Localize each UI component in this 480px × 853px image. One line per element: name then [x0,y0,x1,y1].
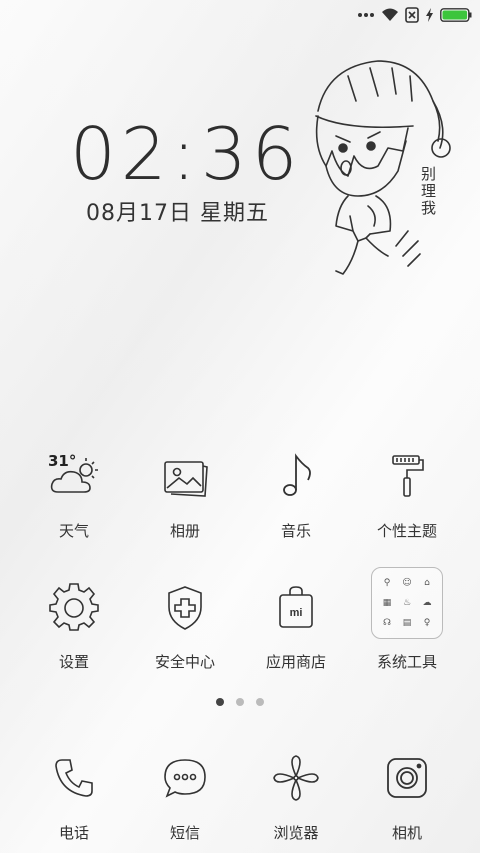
app-gallery[interactable]: 相册 [130,448,240,541]
app-store[interactable]: mi 应用商店 [241,579,351,672]
mini-icon: ☺ [402,578,412,588]
weather-temperature: 31° [48,452,77,470]
mini-icon: ♨ [402,598,412,608]
no-sim-icon [405,7,419,23]
gallery-icon [157,448,213,504]
status-bar [0,0,480,30]
app-music[interactable]: 音乐 [241,448,351,541]
theme-roller-icon [379,448,435,504]
app-label: 短信 [169,824,200,842]
music-icon [268,448,324,504]
app-label: 安全中心 [154,653,215,671]
system-tools-folder-icon: ⚲ ☺ ⌂ ▦ ♨ ☁ ☊ ▤ ♀ [371,567,443,639]
battery-icon [440,8,472,22]
messages-icon [157,750,213,806]
phone-icon [46,750,102,806]
doodle-caption: 别理我 [419,166,437,217]
app-phone[interactable]: 电话 [19,750,129,843]
lockscreen-clock: 02:36 [70,112,303,196]
charging-icon [425,8,434,22]
page-dot[interactable] [256,698,264,706]
page-indicator[interactable] [0,698,480,706]
folder-system-tools[interactable]: ⚲ ☺ ⌂ ▦ ♨ ☁ ☊ ▤ ♀ 系统工具 [352,567,462,672]
app-label: 系统工具 [376,653,437,671]
app-camera[interactable]: 相机 [352,750,462,843]
app-store-bag-icon: mi [268,579,324,635]
app-label: 设置 [58,653,89,671]
lockscreen-date: 08月17日 星期五 [86,201,269,226]
app-browser[interactable]: 浏览器 [241,750,351,843]
app-store-badge: mi [290,607,303,619]
app-messages[interactable]: 短信 [130,750,240,843]
mini-icon: ☊ [383,618,391,628]
security-shield-icon [157,579,213,635]
mini-icon: ⚲ [383,578,391,588]
mini-icon: ▦ [382,598,392,608]
app-label: 浏览器 [273,824,319,842]
mini-icon: ♀ [423,618,431,628]
browser-icon [268,750,324,806]
more-dots-icon [357,12,375,18]
page-dot[interactable] [236,698,244,706]
app-label: 相册 [169,522,200,540]
page-dot-active[interactable] [216,698,224,706]
app-security[interactable]: 安全中心 [130,579,240,672]
mini-icon: ▤ [402,618,412,628]
app-label: 音乐 [280,522,311,540]
app-label: 电话 [58,824,89,842]
app-settings[interactable]: 设置 [19,579,129,672]
settings-gear-icon [46,579,102,635]
camera-icon [379,750,435,806]
app-label: 应用商店 [265,653,326,671]
mini-icon: ⌂ [424,578,430,588]
wifi-icon [381,8,399,22]
app-label: 天气 [58,522,89,540]
app-label: 相机 [391,824,422,842]
mini-icon: ☁ [422,598,432,608]
app-label: 个性主题 [376,522,437,540]
app-themes[interactable]: 个性主题 [352,448,462,541]
